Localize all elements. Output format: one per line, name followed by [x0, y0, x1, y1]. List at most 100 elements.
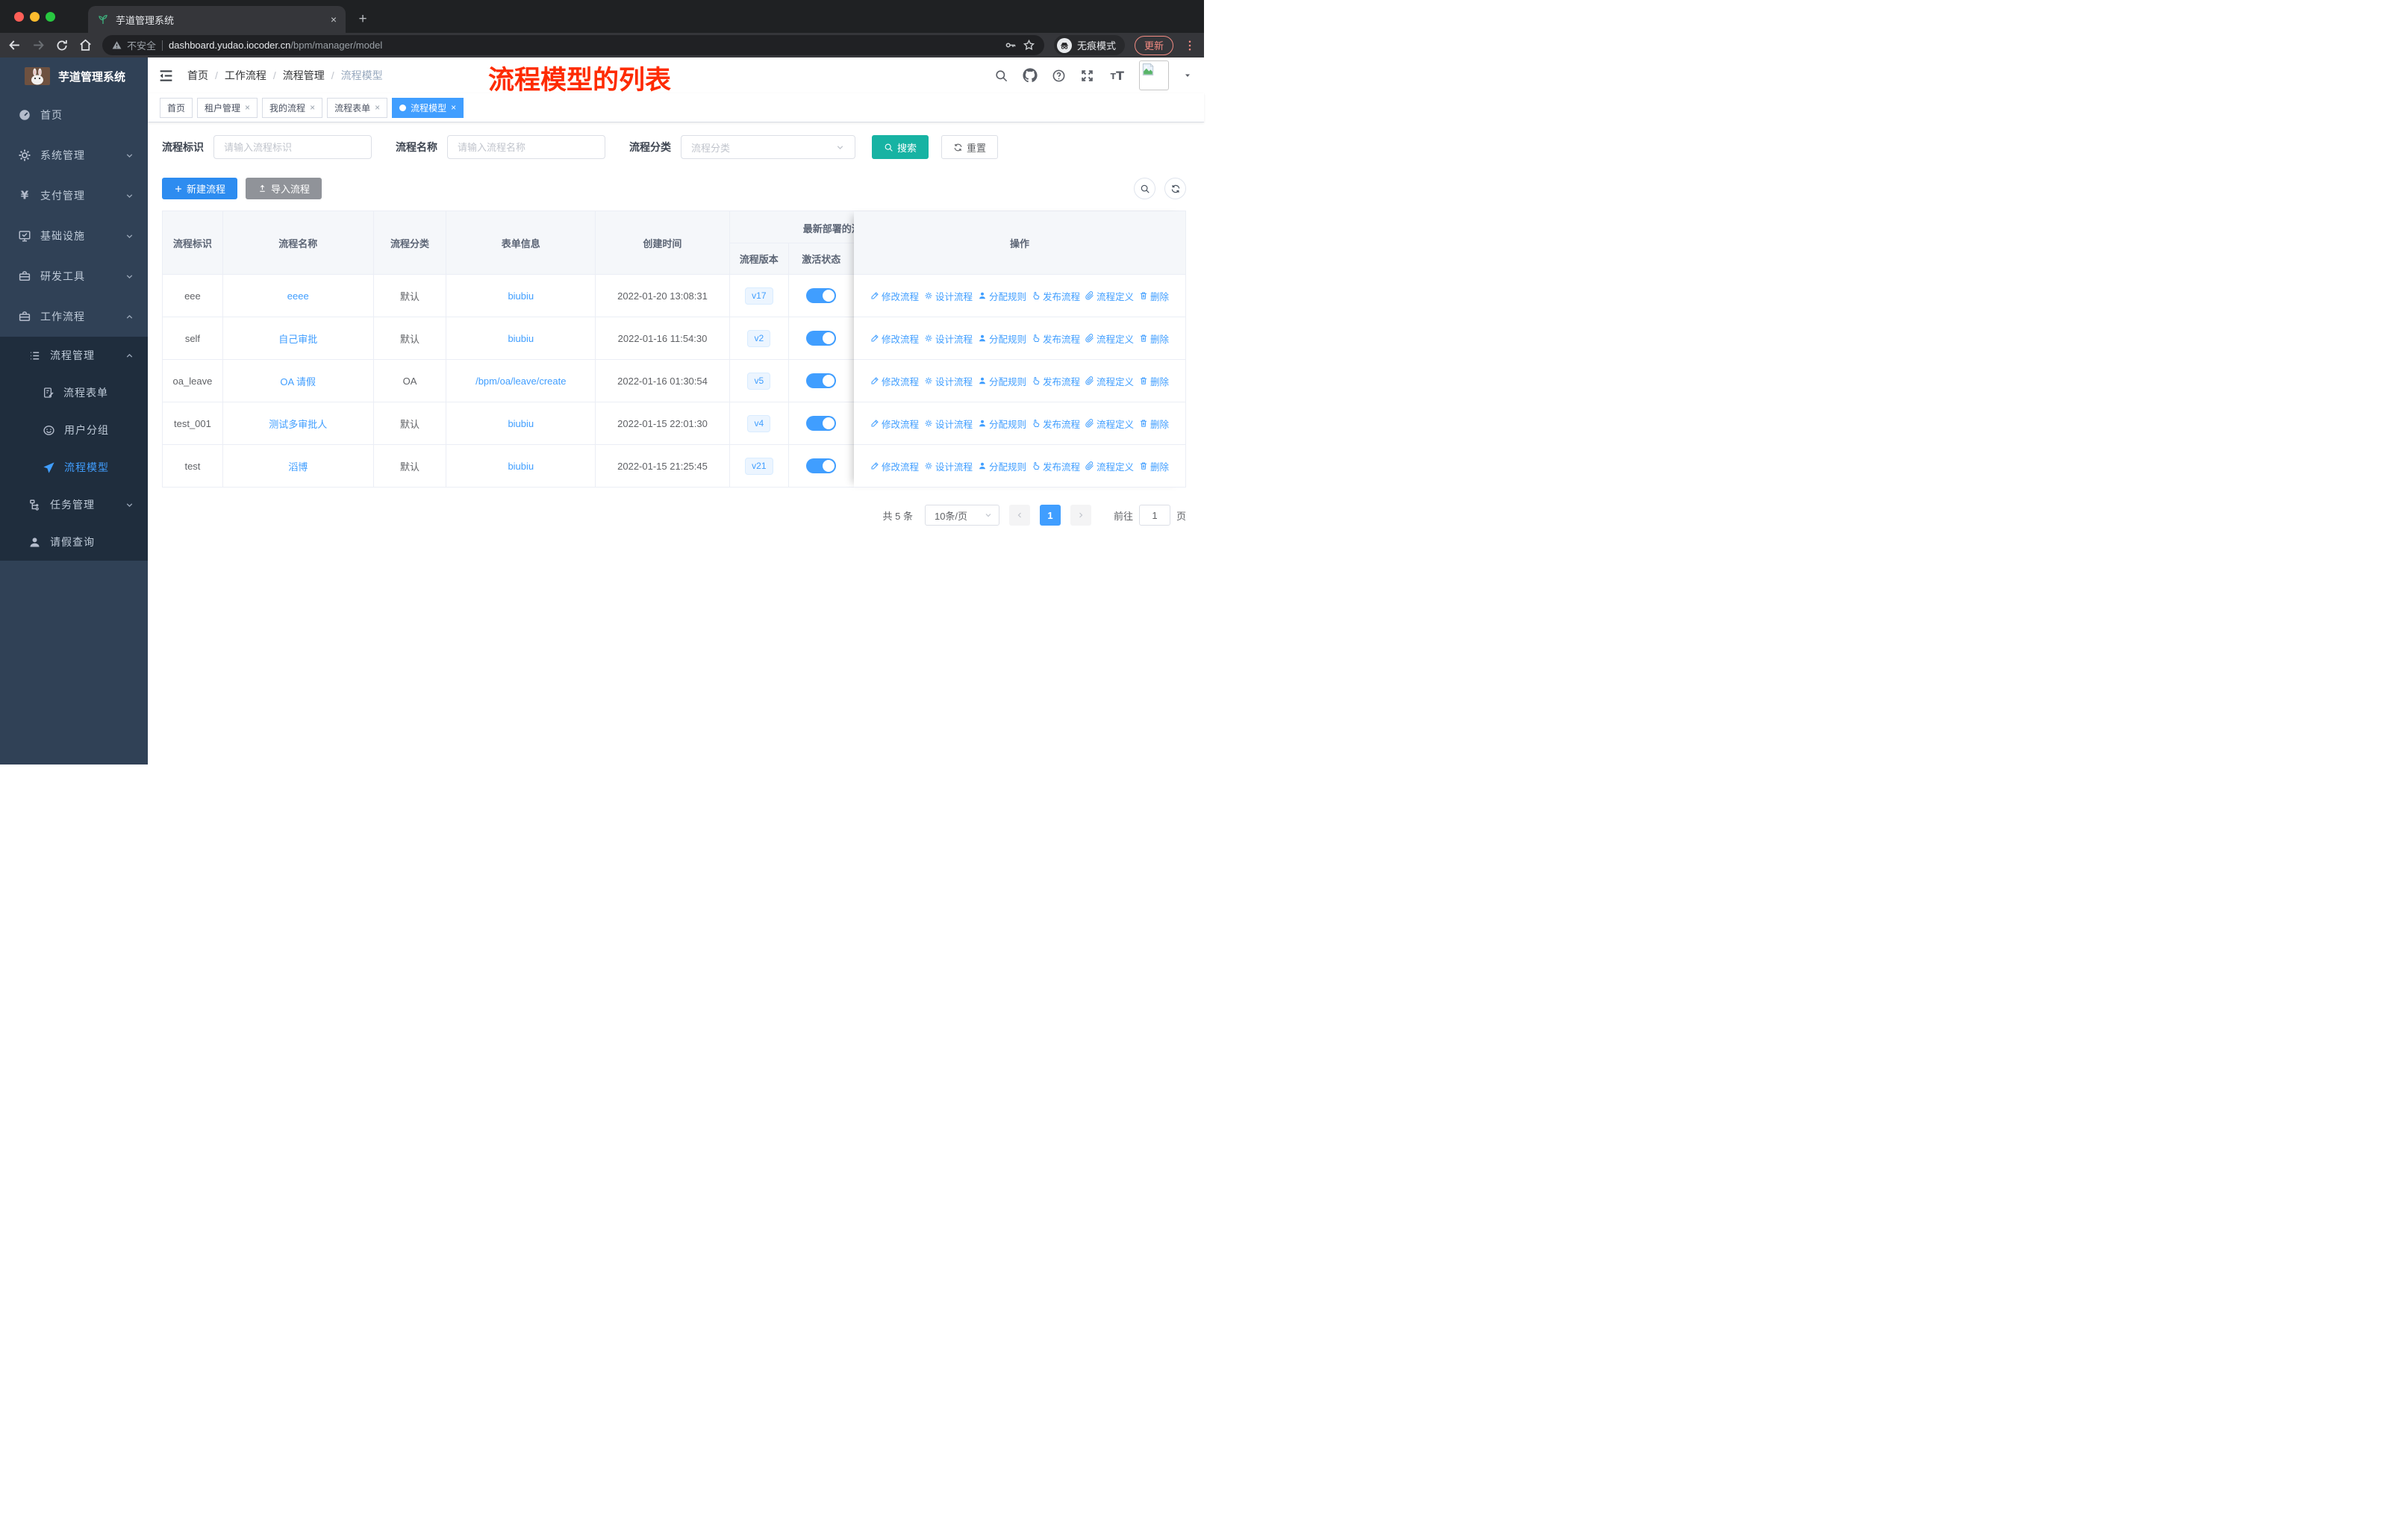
process-name-input[interactable] — [447, 135, 605, 159]
prev-page-button[interactable] — [1008, 505, 1030, 526]
sidebar-item-task-mgmt[interactable]: 任务管理 — [0, 486, 148, 523]
action-link[interactable]: 流程定义 — [1085, 289, 1134, 303]
action-link[interactable]: 设计流程 — [924, 417, 973, 431]
chrome-update-button[interactable]: 更新 — [1134, 35, 1173, 55]
version-badge[interactable]: v4 — [747, 414, 771, 432]
tag-tenant[interactable]: 租户管理 × — [197, 97, 258, 118]
address-bar[interactable]: 不安全 dashboard.yudao.iocoder.cn/bpm/manag… — [102, 35, 1044, 55]
refresh-table-button[interactable] — [1164, 178, 1186, 199]
action-link[interactable]: 发布流程 — [1032, 331, 1080, 346]
action-link[interactable]: 删除 — [1139, 331, 1169, 346]
maximize-window-button[interactable] — [46, 12, 55, 22]
action-link[interactable]: 分配规则 — [978, 289, 1026, 303]
version-badge[interactable]: v5 — [747, 372, 771, 390]
toggle-search-button[interactable] — [1134, 178, 1155, 199]
active-toggle[interactable] — [806, 331, 837, 346]
action-link[interactable]: 删除 — [1139, 374, 1169, 388]
sidebar-item-process-mgmt[interactable]: 流程管理 — [0, 337, 148, 374]
active-toggle[interactable] — [806, 373, 837, 388]
fullscreen-icon[interactable] — [1080, 69, 1094, 83]
sidebar-item-process-model[interactable]: 流程模型 — [0, 449, 148, 486]
page-size-select[interactable]: 10条/页 — [924, 505, 999, 526]
create-process-button[interactable]: 新建流程 — [162, 178, 238, 199]
action-link[interactable]: 设计流程 — [924, 289, 973, 303]
next-page-button[interactable] — [1070, 505, 1091, 526]
version-badge[interactable]: v21 — [745, 457, 773, 475]
page-number-button[interactable]: 1 — [1039, 505, 1061, 526]
close-icon[interactable]: × — [451, 102, 456, 113]
goto-page-input[interactable] — [1138, 505, 1170, 526]
action-link[interactable]: 流程定义 — [1085, 331, 1134, 346]
password-key-icon[interactable] — [1004, 39, 1017, 52]
form-info-link[interactable]: biubiu — [508, 461, 534, 472]
process-name-link[interactable]: eeee — [287, 290, 309, 302]
close-icon[interactable]: × — [245, 102, 250, 113]
close-icon[interactable]: × — [310, 102, 315, 113]
form-info-link[interactable]: biubiu — [508, 333, 534, 344]
action-link[interactable]: 修改流程 — [870, 374, 919, 388]
active-toggle[interactable] — [806, 458, 837, 473]
action-link[interactable]: 修改流程 — [870, 289, 919, 303]
action-link[interactable]: 分配规则 — [978, 459, 1026, 473]
category-select[interactable]: 流程分类 — [681, 135, 855, 159]
reset-button[interactable]: 重置 — [941, 135, 999, 159]
version-badge[interactable]: v2 — [747, 329, 771, 347]
tag-process-model[interactable]: 流程模型 × — [392, 97, 464, 118]
close-tab-icon[interactable]: × — [331, 14, 337, 25]
action-link[interactable]: 修改流程 — [870, 459, 919, 473]
sidebar-collapse-icon[interactable] — [158, 68, 174, 84]
action-link[interactable]: 设计流程 — [924, 331, 973, 346]
minimize-window-button[interactable] — [30, 12, 40, 22]
tag-my-process[interactable]: 我的流程 × — [262, 97, 323, 118]
action-link[interactable]: 删除 — [1139, 417, 1169, 431]
breadcrumb-item[interactable]: 工作流程 — [225, 68, 266, 83]
breadcrumb-item[interactable]: 流程管理 — [283, 68, 325, 83]
process-key-input[interactable] — [213, 135, 372, 159]
action-link[interactable]: 发布流程 — [1032, 289, 1080, 303]
action-link[interactable]: 修改流程 — [870, 417, 919, 431]
window-controls[interactable] — [14, 12, 55, 22]
action-link[interactable]: 修改流程 — [870, 331, 919, 346]
sidebar-item-infra[interactable]: 基础设施 — [0, 216, 148, 256]
sidebar-item-workflow[interactable]: 工作流程 — [0, 296, 148, 337]
action-link[interactable]: 设计流程 — [924, 374, 973, 388]
active-toggle[interactable] — [806, 416, 837, 431]
back-icon[interactable] — [7, 38, 22, 52]
action-link[interactable]: 发布流程 — [1032, 417, 1080, 431]
action-link[interactable]: 设计流程 — [924, 459, 973, 473]
caret-down-icon[interactable] — [1183, 71, 1192, 80]
tag-home[interactable]: 首页 — [160, 97, 193, 118]
close-icon[interactable]: × — [375, 102, 380, 113]
bookmark-star-icon[interactable] — [1023, 39, 1035, 52]
active-toggle[interactable] — [806, 288, 837, 303]
process-name-link[interactable]: 自己审批 — [278, 331, 317, 346]
sidebar-item-user-group[interactable]: 用户分组 — [0, 411, 148, 449]
sidebar-logo[interactable]: 芋道管理系统 — [0, 57, 148, 95]
version-badge[interactable]: v17 — [745, 287, 773, 305]
help-icon[interactable] — [1052, 69, 1066, 83]
browser-tab[interactable]: 芋道管理系统 × — [88, 6, 346, 33]
new-tab-button[interactable]: + — [353, 10, 372, 29]
url-text[interactable]: dashboard.yudao.iocoder.cn/bpm/manager/m… — [169, 40, 998, 51]
github-icon[interactable] — [1023, 68, 1038, 83]
process-name-link[interactable]: 滔博 — [288, 459, 308, 473]
form-info-link[interactable]: /bpm/oa/leave/create — [475, 376, 566, 387]
security-chip[interactable]: 不安全 — [111, 38, 156, 52]
action-link[interactable]: 删除 — [1139, 289, 1169, 303]
sidebar-item-home[interactable]: 首页 — [0, 95, 148, 135]
import-process-button[interactable]: 导入流程 — [246, 178, 322, 199]
process-name-link[interactable]: OA 请假 — [280, 374, 316, 388]
action-link[interactable]: 流程定义 — [1085, 417, 1134, 431]
sidebar-item-payment[interactable]: 支付管理 — [0, 175, 148, 216]
form-info-link[interactable]: biubiu — [508, 418, 534, 429]
form-info-link[interactable]: biubiu — [508, 290, 534, 302]
action-link[interactable]: 流程定义 — [1085, 374, 1134, 388]
sidebar-item-system[interactable]: 系统管理 — [0, 135, 148, 175]
browser-menu-icon[interactable] — [1183, 39, 1197, 52]
process-name-link[interactable]: 测试多审批人 — [269, 417, 327, 431]
action-link[interactable]: 流程定义 — [1085, 459, 1134, 473]
home-icon[interactable] — [78, 38, 93, 52]
tag-process-form[interactable]: 流程表单 × — [327, 97, 388, 118]
sidebar-item-leave-query[interactable]: 请假查询 — [0, 523, 148, 561]
sidebar-item-process-form[interactable]: 流程表单 — [0, 374, 148, 411]
